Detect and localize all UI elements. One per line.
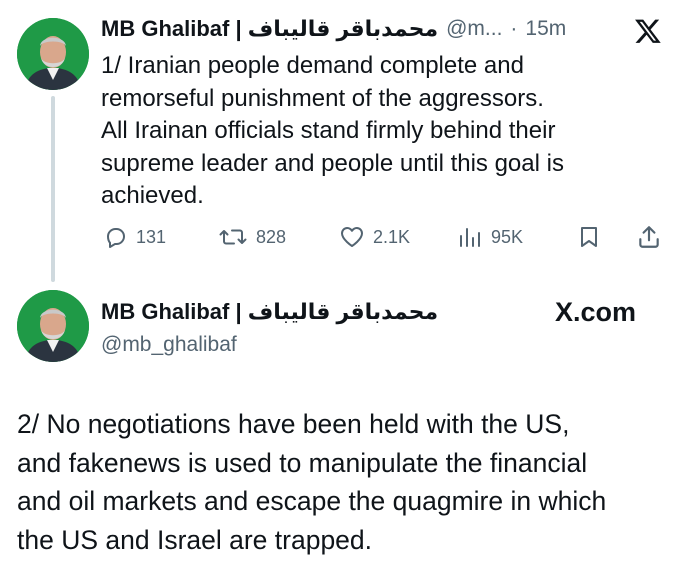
thread-line xyxy=(51,96,55,282)
tweet1-text: 1/ Iranian people demand complete and re… xyxy=(101,50,564,213)
views-count: 95K xyxy=(491,226,524,247)
like-button[interactable]: 2.1K xyxy=(339,225,410,249)
separator: · xyxy=(510,17,518,40)
handle[interactable]: @m... xyxy=(446,17,502,41)
reply-button[interactable]: 131 xyxy=(104,225,166,249)
reply-count: 131 xyxy=(136,226,167,247)
tweet1-line: achieved. xyxy=(101,182,204,209)
tweet2-line: the US and Israel are trapped. xyxy=(17,524,373,555)
tweet1-header: MB Ghalibaf | محمدباقر قالیباف @m... · 1… xyxy=(101,16,566,42)
display-name[interactable]: MB Ghalibaf | محمدباقر قالیباف xyxy=(101,16,438,42)
views-button[interactable]: 95K xyxy=(457,225,523,249)
like-count: 2.1K xyxy=(373,226,411,247)
brand-label: X.com xyxy=(555,297,637,327)
avatar[interactable] xyxy=(17,290,89,362)
tweet1-line: supreme leader and people until this goa… xyxy=(101,149,564,177)
bookmark-icon[interactable] xyxy=(577,225,601,254)
share-icon[interactable] xyxy=(636,224,662,255)
tweet2-text: 2/ No negotiations have been held with t… xyxy=(17,405,606,559)
like-icon xyxy=(339,225,365,249)
handle[interactable]: @mb_ghalibaf xyxy=(101,333,237,357)
repost-button[interactable]: 828 xyxy=(218,225,286,249)
display-name[interactable]: MB Ghalibaf | محمدباقر قالیباف xyxy=(101,299,438,325)
x-logo-icon[interactable] xyxy=(634,17,662,50)
tweet2-line: and oil markets and escape the quagmire … xyxy=(17,486,607,516)
tweet2-line: and fakenews is used to manipulate the f… xyxy=(17,447,588,478)
avatar[interactable] xyxy=(17,18,89,90)
tweet1-line: All Irainan officials stand firmly behin… xyxy=(101,117,556,144)
tweet1-line: remorseful punishment of the aggressors. xyxy=(101,84,544,112)
repost-count: 828 xyxy=(256,226,287,247)
repost-icon xyxy=(218,225,248,249)
tweet1-line: 1/ Iranian people demand complete and xyxy=(101,52,524,79)
reply-icon xyxy=(104,225,128,249)
views-icon xyxy=(457,225,483,249)
timestamp[interactable]: 15m xyxy=(525,17,566,41)
tweet2-line: 2/ No negotiations have been held with t… xyxy=(17,409,570,439)
